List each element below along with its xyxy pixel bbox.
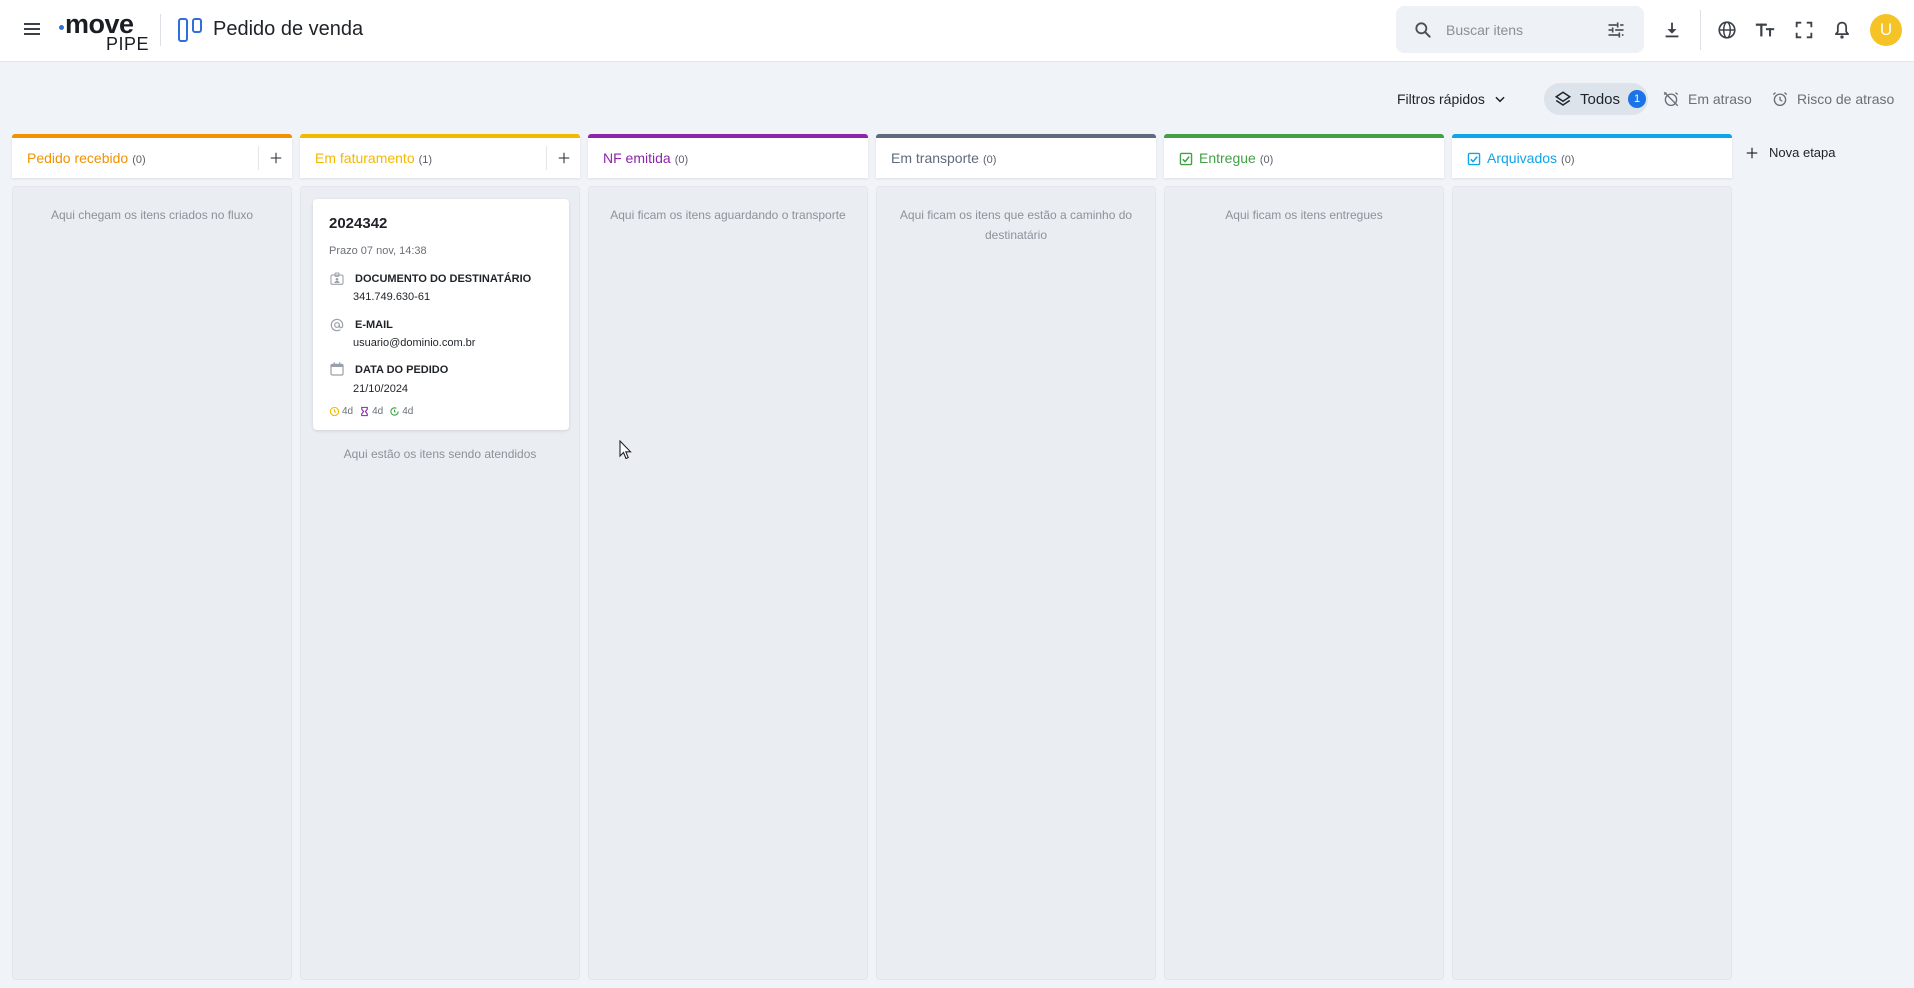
column-title: Em faturamento (1): [315, 150, 433, 166]
new-stage-button[interactable]: Nova etapa: [1745, 145, 1836, 160]
search-box: [1396, 6, 1644, 53]
column-header[interactable]: NF emitida (0): [588, 134, 868, 178]
timer-badge: 4d: [359, 406, 383, 417]
tune-icon[interactable]: [1606, 20, 1626, 40]
clock-icon: [329, 406, 340, 417]
column-body: Aqui ficam os itens que estão a caminho …: [876, 186, 1156, 980]
column-empty-text: Aqui chegam os itens criados no fluxo: [50, 208, 254, 222]
quick-filters-label: Filtros rápidos: [1397, 91, 1485, 107]
column-nf-emitida: NF emitida (0) Aqui ficam os itens aguard…: [588, 134, 868, 980]
at-icon: [330, 318, 344, 332]
mouse-cursor-icon: [619, 440, 632, 460]
column-title: NF emitida (0): [603, 150, 689, 166]
field-value: 341.749.630-61: [353, 291, 431, 303]
check-box-icon: [1179, 152, 1193, 166]
board-icon: [178, 18, 204, 42]
item-card[interactable]: 2024342 Prazo 07 nov, 14:38 DOCUMENTO DO…: [313, 199, 569, 430]
timer-icon: [390, 407, 399, 416]
column-title: Entregue (0): [1199, 150, 1274, 166]
header-divider: [160, 14, 161, 46]
field-label: E-MAIL: [355, 319, 393, 331]
plus-icon: [558, 152, 569, 164]
menu-icon[interactable]: [22, 20, 42, 40]
search-input[interactable]: [1446, 18, 1596, 42]
filter-chip-todos[interactable]: Todos 1: [1544, 83, 1648, 115]
filter-todos-count: 1: [1628, 90, 1647, 108]
page-title: Pedido de venda: [213, 18, 364, 40]
text-size-icon[interactable]: [1754, 19, 1776, 41]
column-em-faturamento: Em faturamento (1) 2024342 Prazo 07 nov, …: [300, 134, 580, 980]
filter-em-atraso[interactable]: Em atraso: [1662, 88, 1752, 110]
column-count: (0): [1259, 154, 1274, 166]
plus-icon: [270, 152, 281, 164]
card-timers: 4d 4d 4d: [329, 406, 413, 417]
column-header[interactable]: Arquivados (0): [1452, 134, 1732, 178]
column-header[interactable]: Entregue (0): [1164, 134, 1444, 178]
column-title: Arquivados (0): [1487, 150, 1575, 166]
hourglass-icon: [361, 406, 368, 417]
chevron-down-icon: [1495, 96, 1505, 103]
column-count: (1): [418, 154, 433, 166]
card-due-date: Prazo 07 nov, 14:38: [329, 245, 427, 257]
column-count: (0): [132, 154, 146, 166]
column-header[interactable]: Pedido recebido (0): [12, 134, 292, 178]
add-item-button[interactable]: [546, 146, 580, 170]
add-item-button[interactable]: [258, 146, 292, 170]
calendar-icon: [330, 362, 344, 376]
filter-em-atraso-label: Em atraso: [1688, 91, 1752, 107]
app-logo[interactable]: move PIPE: [56, 10, 150, 54]
column-header[interactable]: Em faturamento (1): [300, 134, 580, 178]
alarm-icon: [1772, 92, 1788, 107]
column-count: (0): [982, 154, 997, 166]
download-icon[interactable]: [1661, 19, 1683, 41]
avatar[interactable]: U: [1870, 14, 1902, 46]
column-count: (0): [674, 154, 689, 166]
top-bar: move PIPE Pedido de venda U: [0, 0, 1914, 62]
column-count: (0): [1561, 154, 1575, 166]
field-value: 21/10/2024: [353, 383, 409, 395]
column-empty-text: Aqui ficam os itens entregues: [1225, 208, 1383, 222]
timer-badge: 4d: [329, 406, 353, 417]
field-label: DOCUMENTO DO DESTINATÁRIO: [355, 273, 532, 285]
alarm-off-icon: [1663, 91, 1679, 107]
column-empty-text: Aqui estão os itens sendo atendidos: [343, 447, 537, 461]
logo-dot: [59, 25, 64, 30]
filter-risco-atraso[interactable]: Risco de atraso: [1771, 88, 1894, 110]
quick-filters-dropdown[interactable]: Filtros rápidos: [1397, 88, 1507, 110]
fullscreen-icon[interactable]: [1793, 19, 1815, 41]
layers-icon: [1554, 91, 1572, 106]
column-title: Pedido recebido (0): [27, 150, 146, 166]
new-stage-label: Nova etapa: [1769, 145, 1836, 160]
column-empty-text: Aqui ficam os itens aguardando o transpo…: [610, 208, 846, 222]
globe-icon[interactable]: [1716, 19, 1738, 41]
column-title: Em transporte (0): [891, 150, 997, 166]
column-arquivados: Arquivados (0): [1452, 134, 1732, 980]
filter-todos-label: Todos: [1580, 90, 1621, 108]
column-body: [1452, 186, 1732, 980]
column-header[interactable]: Em transporte (0): [876, 134, 1156, 178]
column-em-transporte: Em transporte (0) Aqui ficam os itens que…: [876, 134, 1156, 980]
check-box-icon: [1467, 152, 1481, 166]
field-value: usuario@dominio.com.br: [353, 337, 476, 349]
column-body: Aqui ficam os itens entregues: [1164, 186, 1444, 980]
search-icon: [1415, 22, 1431, 38]
bell-icon[interactable]: [1831, 19, 1853, 41]
timer-badge: 4d: [389, 406, 413, 417]
logo-pipe-text: PIPE: [106, 34, 150, 54]
id-card-icon: [330, 272, 344, 285]
plus-icon: [1746, 147, 1758, 158]
column-pedido-recebido: Pedido recebido (0) Aqui chegam os itens …: [12, 134, 292, 980]
field-label: DATA DO PEDIDO: [355, 364, 449, 376]
header-separator: [1700, 10, 1701, 50]
column-entregue: Entregue (0) Aqui ficam os itens entregue…: [1164, 134, 1444, 980]
filter-risco-atraso-label: Risco de atraso: [1797, 91, 1895, 107]
column-body: 2024342 Prazo 07 nov, 14:38 DOCUMENTO DO…: [300, 186, 580, 980]
column-body: Aqui chegam os itens criados no fluxo: [12, 186, 292, 980]
column-empty-text: Aqui ficam os itens que estão a caminho …: [899, 208, 1133, 242]
column-body: Aqui ficam os itens aguardando o transpo…: [588, 186, 868, 980]
card-id: 2024342: [329, 215, 388, 232]
